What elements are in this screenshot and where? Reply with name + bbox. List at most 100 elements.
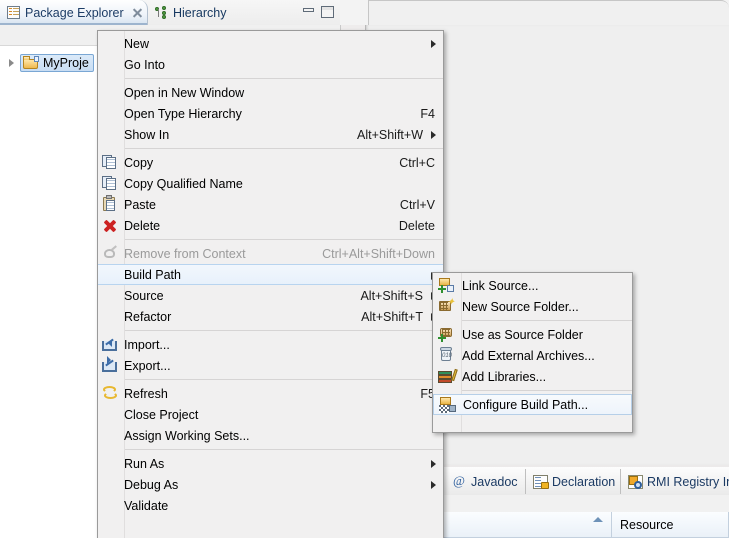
submenu-item-link-source-label: Link Source... — [462, 278, 539, 293]
editor-tab-placeholder[interactable] — [368, 0, 729, 25]
menu-item-copy[interactable]: Copy Ctrl+C — [98, 152, 443, 173]
tab-hierarchy-label: Hierarchy — [173, 5, 227, 20]
refresh-icon — [102, 385, 119, 401]
menu-item-validate[interactable]: Validate — [98, 495, 443, 516]
link-source-icon — [438, 277, 455, 293]
tab-hierarchy[interactable]: Hierarchy — [148, 0, 235, 25]
menu-item-refactor-label: Refactor — [124, 309, 172, 324]
expand-arrow-icon[interactable] — [6, 58, 17, 69]
menu-item-delete-label: Delete — [124, 218, 161, 233]
menu-item-copy-label: Copy — [124, 155, 154, 170]
submenu-item-link-source[interactable]: Link Source... — [433, 275, 632, 296]
submenu-item-add-libraries[interactable]: Add Libraries... — [433, 366, 632, 387]
menu-item-paste-label: Paste — [124, 197, 156, 212]
use-as-source-folder-icon — [438, 326, 455, 342]
menu-item-open-type-hierarchy[interactable]: Open Type Hierarchy F4 — [98, 103, 443, 124]
tab-package-explorer-label: Package Explorer — [25, 5, 124, 20]
menu-item-show-in-label: Show In — [124, 127, 170, 142]
menu-item-run-as[interactable]: Run As — [98, 453, 443, 474]
menu-separator — [124, 239, 443, 240]
results-table: Resource — [440, 512, 729, 538]
menu-item-assign-working-sets-label: Assign Working Sets... — [124, 428, 250, 443]
submenu-item-use-as-source-folder-label: Use as Source Folder — [462, 327, 583, 342]
menu-item-source-label: Source — [124, 288, 164, 303]
menu-item-export[interactable]: Export... — [98, 355, 443, 376]
bottom-tab-folder: Javadoc Declaration RMI Registry Inspe — [440, 467, 729, 495]
submenu-arrow-icon — [431, 460, 436, 468]
submenu-separator — [462, 320, 632, 321]
menu-item-source[interactable]: Source Alt+Shift+S — [98, 285, 443, 306]
menu-item-refactor[interactable]: Refactor Alt+Shift+T — [98, 306, 443, 327]
context-menu[interactable]: New Go Into Open in New Window Open Type… — [97, 30, 444, 538]
menu-item-open-in-new-window[interactable]: Open in New Window — [98, 82, 443, 103]
menu-separator — [124, 330, 443, 331]
menu-item-new[interactable]: New — [98, 33, 443, 54]
declaration-icon — [533, 474, 549, 489]
menu-item-source-accel: Alt+Shift+S — [360, 288, 423, 303]
sort-ascending-icon — [593, 517, 603, 522]
menu-item-go-into[interactable]: Go Into — [98, 54, 443, 75]
menu-item-import[interactable]: Import... — [98, 334, 443, 355]
menu-item-copy-qualified-name[interactable]: Copy Qualified Name — [98, 173, 443, 194]
import-icon — [102, 336, 119, 352]
submenu-item-add-libraries-label: Add Libraries... — [462, 369, 547, 384]
menu-item-debug-as-label: Debug As — [124, 477, 179, 492]
new-source-folder-icon: ✦ — [438, 298, 455, 314]
menu-item-run-as-label: Run As — [124, 456, 165, 471]
menu-item-build-path[interactable]: Build Path — [98, 264, 443, 285]
submenu-item-add-external-archives[interactable]: 010 Add External Archives... — [433, 345, 632, 366]
project-folder-icon — [23, 56, 39, 70]
table-column-resource-label: Resource — [620, 517, 674, 532]
tab-rmi-registry-label: RMI Registry Inspe — [647, 474, 729, 489]
submenu-arrow-icon — [431, 481, 436, 489]
menu-separator — [124, 78, 443, 79]
menu-item-refresh[interactable]: Refresh F5 — [98, 383, 443, 404]
menu-item-new-label: New — [124, 36, 150, 51]
menu-item-show-in[interactable]: Show In Alt+Shift+W — [98, 124, 443, 145]
close-icon[interactable] — [131, 7, 143, 19]
menu-item-refresh-label: Refresh — [124, 386, 168, 401]
tab-package-explorer[interactable]: Package Explorer — [0, 0, 148, 25]
menu-item-validate-label: Validate — [124, 498, 169, 513]
tree-item-label: MyProje — [43, 56, 89, 70]
submenu-item-add-external-archives-label: Add External Archives... — [462, 348, 595, 363]
menu-item-debug-as[interactable]: Debug As — [98, 474, 443, 495]
table-column-header-resource[interactable]: Resource — [612, 512, 729, 538]
view-tab-folder: Package Explorer Hierarchy — [0, 0, 340, 26]
tree-row[interactable]: MyProje — [6, 54, 94, 72]
remove-from-context-icon — [102, 245, 119, 261]
tab-javadoc[interactable]: Javadoc — [446, 469, 525, 494]
add-external-archives-icon: 010 — [438, 347, 455, 363]
copy-qualified-name-icon — [102, 175, 119, 191]
menu-item-paste[interactable]: Paste Ctrl+V — [98, 194, 443, 215]
maximize-icon[interactable] — [321, 6, 334, 18]
menu-item-open-in-new-window-label: Open in New Window — [124, 85, 245, 100]
menu-item-delete[interactable]: Delete Delete — [98, 215, 443, 236]
submenu-item-new-source-folder-label: New Source Folder... — [462, 299, 579, 314]
menu-item-show-in-accel: Alt+Shift+W — [357, 127, 423, 142]
submenu-separator — [462, 390, 632, 391]
menu-separator — [124, 449, 443, 450]
tab-rmi-registry-inspector[interactable]: RMI Registry Inspe — [620, 469, 729, 494]
menu-item-delete-accel: Delete — [398, 218, 435, 233]
build-path-submenu[interactable]: Link Source... ✦ New Source Folder... Us… — [432, 272, 633, 433]
submenu-item-configure-build-path[interactable]: Configure Build Path... — [433, 394, 632, 415]
package-explorer-icon — [7, 6, 20, 19]
add-libraries-icon — [438, 368, 458, 384]
submenu-item-configure-build-path-label: Configure Build Path... — [463, 397, 589, 412]
submenu-arrow-icon — [431, 131, 436, 139]
menu-item-remove-from-context-accel: Ctrl+Alt+Shift+Down — [322, 246, 435, 261]
paste-icon — [102, 195, 119, 212]
table-column-header-first[interactable] — [440, 512, 612, 538]
submenu-item-use-as-source-folder[interactable]: Use as Source Folder — [433, 324, 632, 345]
menu-item-close-project[interactable]: Close Project — [98, 404, 443, 425]
tab-declaration[interactable]: Declaration — [525, 469, 622, 494]
submenu-arrow-icon — [431, 40, 436, 48]
menu-item-assign-working-sets[interactable]: Assign Working Sets... — [98, 425, 443, 446]
eclipse-workbench-window: Javadoc Declaration RMI Registry Inspe R… — [0, 0, 729, 538]
minimize-icon[interactable] — [302, 6, 315, 17]
submenu-item-new-source-folder[interactable]: ✦ New Source Folder... — [433, 296, 632, 317]
menu-item-remove-from-context: Remove from Context Ctrl+Alt+Shift+Down — [98, 243, 443, 264]
copy-icon — [102, 154, 119, 170]
tree-item-myproject[interactable]: MyProje — [20, 54, 94, 72]
